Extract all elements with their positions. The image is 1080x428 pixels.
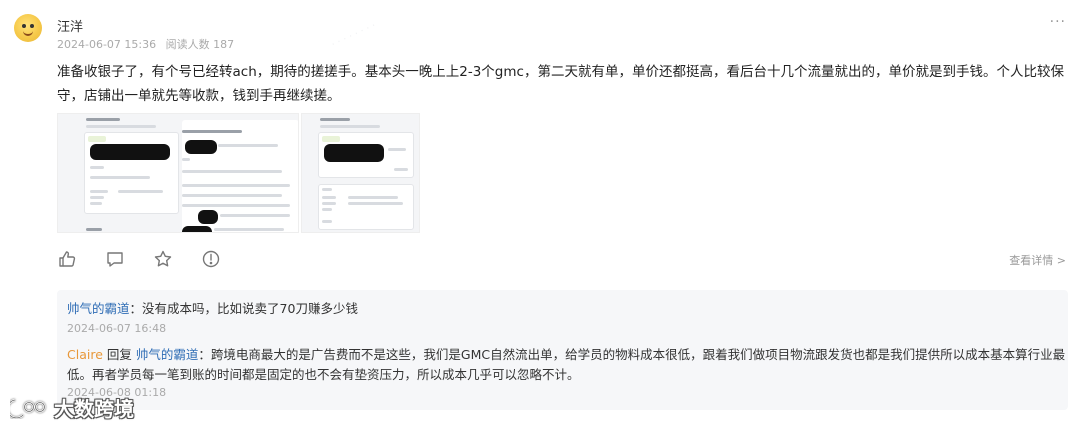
- view-detail-link[interactable]: 查看详情 >: [1009, 252, 1066, 268]
- comment-text: 没有成本吗，比如说卖了70刀赚多少钱: [142, 301, 358, 316]
- post-body: 准备收银子了，有个号已经转ach，期待的搓搓手。基本头一晚上上2-3个gmc，第…: [57, 64, 1064, 104]
- reply-label: 回复: [106, 347, 132, 362]
- post-author[interactable]: 汪洋: [57, 16, 83, 35]
- avatar[interactable]: [14, 14, 42, 42]
- comment-author[interactable]: Claire: [67, 347, 103, 362]
- comment-icon[interactable]: [105, 249, 125, 269]
- brand-name: 大数跨境: [54, 397, 134, 421]
- thumbs-up-icon[interactable]: [57, 249, 77, 269]
- post-image-1[interactable]: [57, 113, 299, 233]
- brand-logo-icon: [10, 398, 46, 419]
- post-image-2[interactable]: [301, 113, 420, 233]
- post-date: 2024-06-07 15:36: [57, 38, 157, 51]
- comment-item: 帅气的霸道：没有成本吗，比如说卖了70刀赚多少钱: [67, 301, 358, 316]
- comment-text: 跨境电商最大的是广告费而不是这些，我们是GMC自然流出单，给学员的物料成本很低，…: [67, 347, 1066, 382]
- alert-icon[interactable]: [201, 249, 221, 269]
- more-options-icon[interactable]: ···: [1050, 14, 1066, 30]
- star-icon[interactable]: [153, 249, 173, 269]
- brand-watermark: 大数跨境: [10, 393, 134, 422]
- read-count: 阅读人数 187: [165, 38, 235, 51]
- post-meta: 2024-06-07 15:36 阅读人数 187: [57, 36, 234, 52]
- comment-author[interactable]: 帅气的霸道: [67, 301, 130, 316]
- post-action-bar: [57, 249, 221, 269]
- comment-section: 帅气的霸道：没有成本吗，比如说卖了70刀赚多少钱 2024-06-07 16:4…: [57, 290, 1068, 410]
- reply-target[interactable]: 帅气的霸道: [136, 347, 199, 362]
- comment-item: Claire 回复 帅气的霸道：跨境电商最大的是广告费而不是这些，我们是GMC自…: [67, 347, 1066, 382]
- comment-time: 2024-06-07 16:48: [67, 322, 167, 335]
